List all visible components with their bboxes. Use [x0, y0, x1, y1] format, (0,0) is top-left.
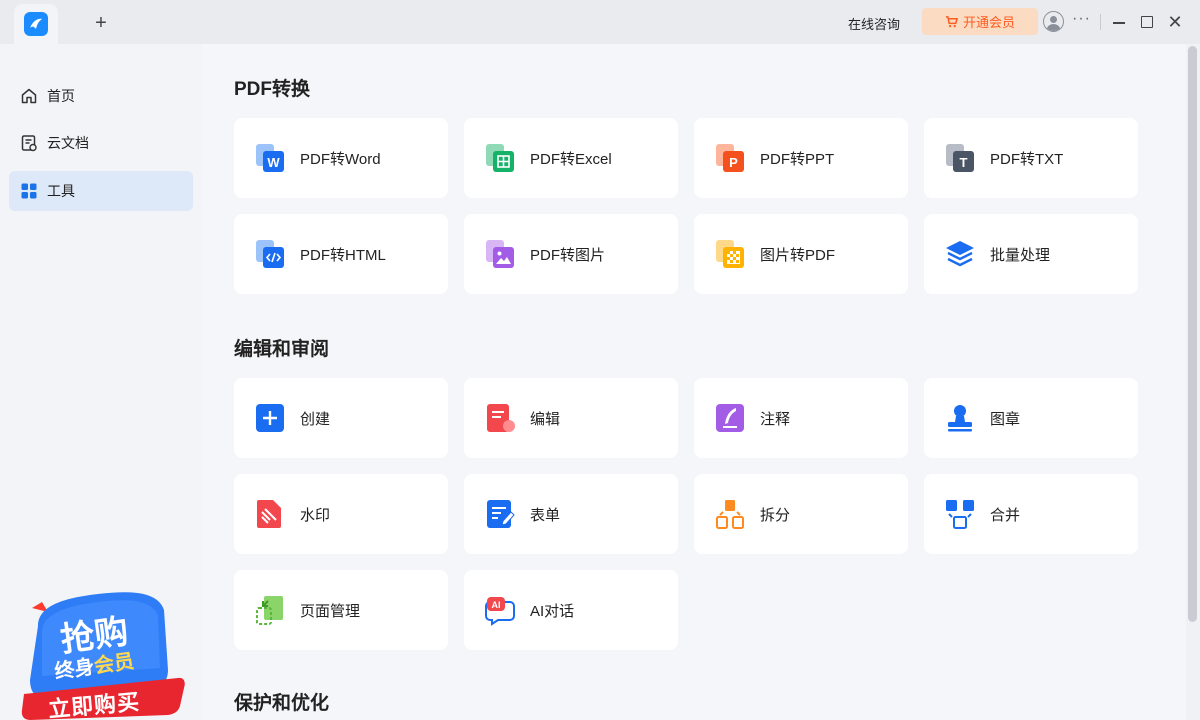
cloud-doc-icon [21, 135, 37, 152]
maximize-button[interactable] [1136, 11, 1158, 33]
tool-label: AI对话 [530, 602, 575, 620]
more-menu-icon[interactable]: ··· [1072, 10, 1091, 28]
svg-text:AI: AI [492, 600, 501, 610]
form-icon [484, 498, 516, 530]
pdf-to-ppt-icon: P [714, 142, 746, 174]
title-bar: + 在线咨询 开通会员 ··· ✕ [0, 0, 1200, 44]
edit-icon [484, 402, 516, 434]
page-manage-icon [254, 594, 286, 626]
tool-pdf-to-image[interactable]: PDF转图片 [464, 214, 678, 294]
online-consult-link[interactable]: 在线咨询 [848, 14, 900, 33]
app-logo-icon [24, 12, 48, 36]
new-tab-button[interactable]: + [90, 12, 112, 34]
tool-label: 批量处理 [990, 246, 1051, 264]
svg-text:W: W [267, 155, 280, 170]
titlebar-divider [1100, 14, 1101, 30]
tool-pdf-to-html[interactable]: PDF转HTML [234, 214, 448, 294]
user-avatar-icon[interactable] [1043, 11, 1064, 32]
batch-icon [944, 238, 976, 270]
app-tab[interactable] [14, 4, 58, 44]
close-window-button[interactable]: ✕ [1164, 11, 1186, 33]
tool-label: PDF转TXT [990, 150, 1064, 168]
tool-form[interactable]: 表单 [464, 474, 678, 554]
cart-icon [945, 16, 958, 28]
tool-pdf-to-ppt[interactable]: P PDF转PPT [694, 118, 908, 198]
ai-chat-icon: AI [484, 594, 516, 626]
tool-label: 合并 [990, 506, 1021, 524]
sidebar-item-cloud-docs[interactable]: 云文档 [9, 123, 193, 163]
stamp-icon [944, 402, 976, 434]
tool-pdf-to-txt[interactable]: T PDF转TXT [924, 118, 1138, 198]
tool-stamp[interactable]: 图章 [924, 378, 1138, 458]
tool-merge[interactable]: 合并 [924, 474, 1138, 554]
tool-label: 图片转PDF [760, 246, 836, 264]
section-title-pdf-convert: PDF转换 [234, 79, 311, 100]
promo-line2b: 会员 [92, 650, 136, 678]
scrollbar-thumb[interactable] [1188, 46, 1197, 622]
tool-label: 编辑 [530, 410, 561, 428]
pdf-to-txt-icon: T [944, 142, 976, 174]
pdf-to-excel-icon [484, 142, 516, 174]
pdf-to-image-icon [484, 238, 516, 270]
home-icon [21, 88, 37, 104]
tool-label: 图章 [990, 410, 1021, 428]
tools-grid-icon [21, 183, 37, 199]
tool-batch[interactable]: 批量处理 [924, 214, 1138, 294]
lifetime-vip-promo[interactable]: 抢购 终身会员 立即购买 [18, 588, 188, 720]
image-to-pdf-icon [714, 238, 746, 270]
svg-text:T: T [960, 155, 968, 170]
sidebar-item-label: 云文档 [47, 135, 89, 151]
open-vip-label: 开通会员 [962, 15, 1015, 30]
create-icon [254, 402, 286, 434]
tool-label: 注释 [760, 410, 791, 428]
pdf-to-html-icon [254, 238, 286, 270]
merge-icon [944, 498, 976, 530]
sidebar-item-label: 首页 [47, 88, 75, 104]
tool-watermark[interactable]: 水印 [234, 474, 448, 554]
tool-label: 表单 [530, 506, 561, 524]
tool-label: PDF转图片 [530, 246, 606, 264]
section-title-edit-review: 编辑和审阅 [234, 339, 330, 360]
tool-image-to-pdf[interactable]: 图片转PDF [694, 214, 908, 294]
tool-label: PDF转HTML [300, 246, 386, 264]
sidebar-item-tools[interactable]: 工具 [9, 171, 193, 211]
tool-label: PDF转Word [300, 150, 381, 168]
section-title-protect-optimize: 保护和优化 [234, 693, 330, 714]
tool-edit[interactable]: 编辑 [464, 378, 678, 458]
tool-pdf-to-excel[interactable]: PDF转Excel [464, 118, 678, 198]
tool-label: PDF转Excel [530, 150, 612, 168]
tool-label: 页面管理 [300, 602, 361, 620]
promo-line2a: 终身 [53, 656, 96, 684]
tool-label: 水印 [300, 506, 331, 524]
watermark-icon [254, 498, 286, 530]
tool-label: PDF转PPT [760, 150, 835, 168]
main-content: PDF转换 W PDF转Word PDF转Excel P PDF转PPT T P… [202, 44, 1186, 720]
tool-split[interactable]: 拆分 [694, 474, 908, 554]
pdf-to-word-icon: W [254, 142, 286, 174]
split-icon [714, 498, 746, 530]
open-vip-button[interactable]: 开通会员 [922, 8, 1038, 35]
sidebar-item-home[interactable]: 首页 [9, 76, 193, 116]
tool-ai-chat[interactable]: AI AI对话 [464, 570, 678, 650]
tool-page-manage[interactable]: 页面管理 [234, 570, 448, 650]
sidebar-item-label: 工具 [47, 183, 75, 199]
tool-label: 创建 [300, 410, 331, 428]
tool-create[interactable]: 创建 [234, 378, 448, 458]
tool-annotate[interactable]: 注释 [694, 378, 908, 458]
annotate-icon [714, 402, 746, 434]
svg-text:P: P [729, 155, 738, 170]
tool-label: 拆分 [760, 506, 791, 524]
tool-pdf-to-word[interactable]: W PDF转Word [234, 118, 448, 198]
minimize-button[interactable] [1108, 11, 1130, 33]
